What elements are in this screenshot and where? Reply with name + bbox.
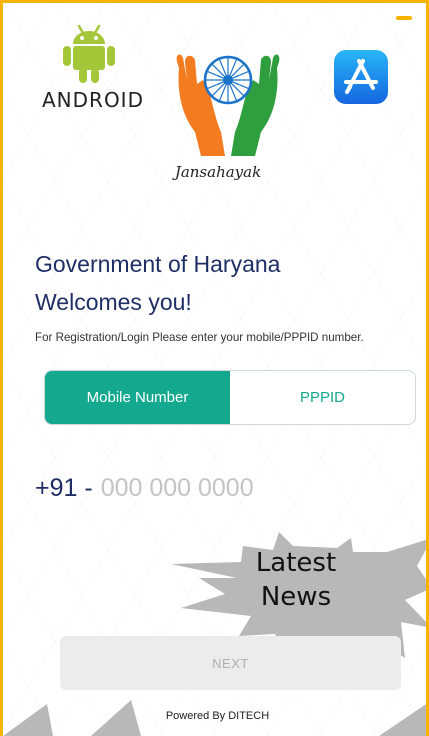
app-name: Jansahayak	[174, 163, 262, 181]
latest-news-label: Latest News	[231, 546, 361, 614]
phone-input-row: +91 -	[35, 474, 301, 503]
next-button[interactable]: NEXT	[60, 636, 401, 690]
appstore-icon[interactable]	[334, 50, 388, 104]
country-code-prefix: +91 -	[35, 474, 93, 502]
mobile-number-input[interactable]	[100, 474, 301, 503]
powered-by-footer: Powered By DITECH	[165, 710, 270, 722]
status-indicator	[396, 16, 412, 20]
login-mode-toggle: Mobile Number PPPID	[44, 370, 416, 425]
welcome-title-line1: Government of Haryana	[35, 251, 281, 277]
latest-news-line1: Latest	[255, 548, 337, 578]
welcome-title-line2: Welcomes you!	[35, 289, 192, 315]
app-screen: ANDROID Jansahayak Government of Haryana…	[0, 0, 429, 736]
tab-pppid[interactable]: PPPID	[230, 371, 415, 424]
android-wordmark: ANDROID	[42, 88, 144, 112]
top-accent-bar	[3, 0, 426, 3]
android-download-link[interactable]: ANDROID	[37, 22, 145, 112]
login-instruction: For Registration/Login Please enter your…	[35, 331, 364, 344]
jansahayak-hands-logo	[176, 54, 280, 156]
android-robot-icon	[63, 24, 115, 83]
tab-mobile-number[interactable]: Mobile Number	[45, 371, 230, 424]
latest-news-line2: News	[260, 582, 332, 612]
